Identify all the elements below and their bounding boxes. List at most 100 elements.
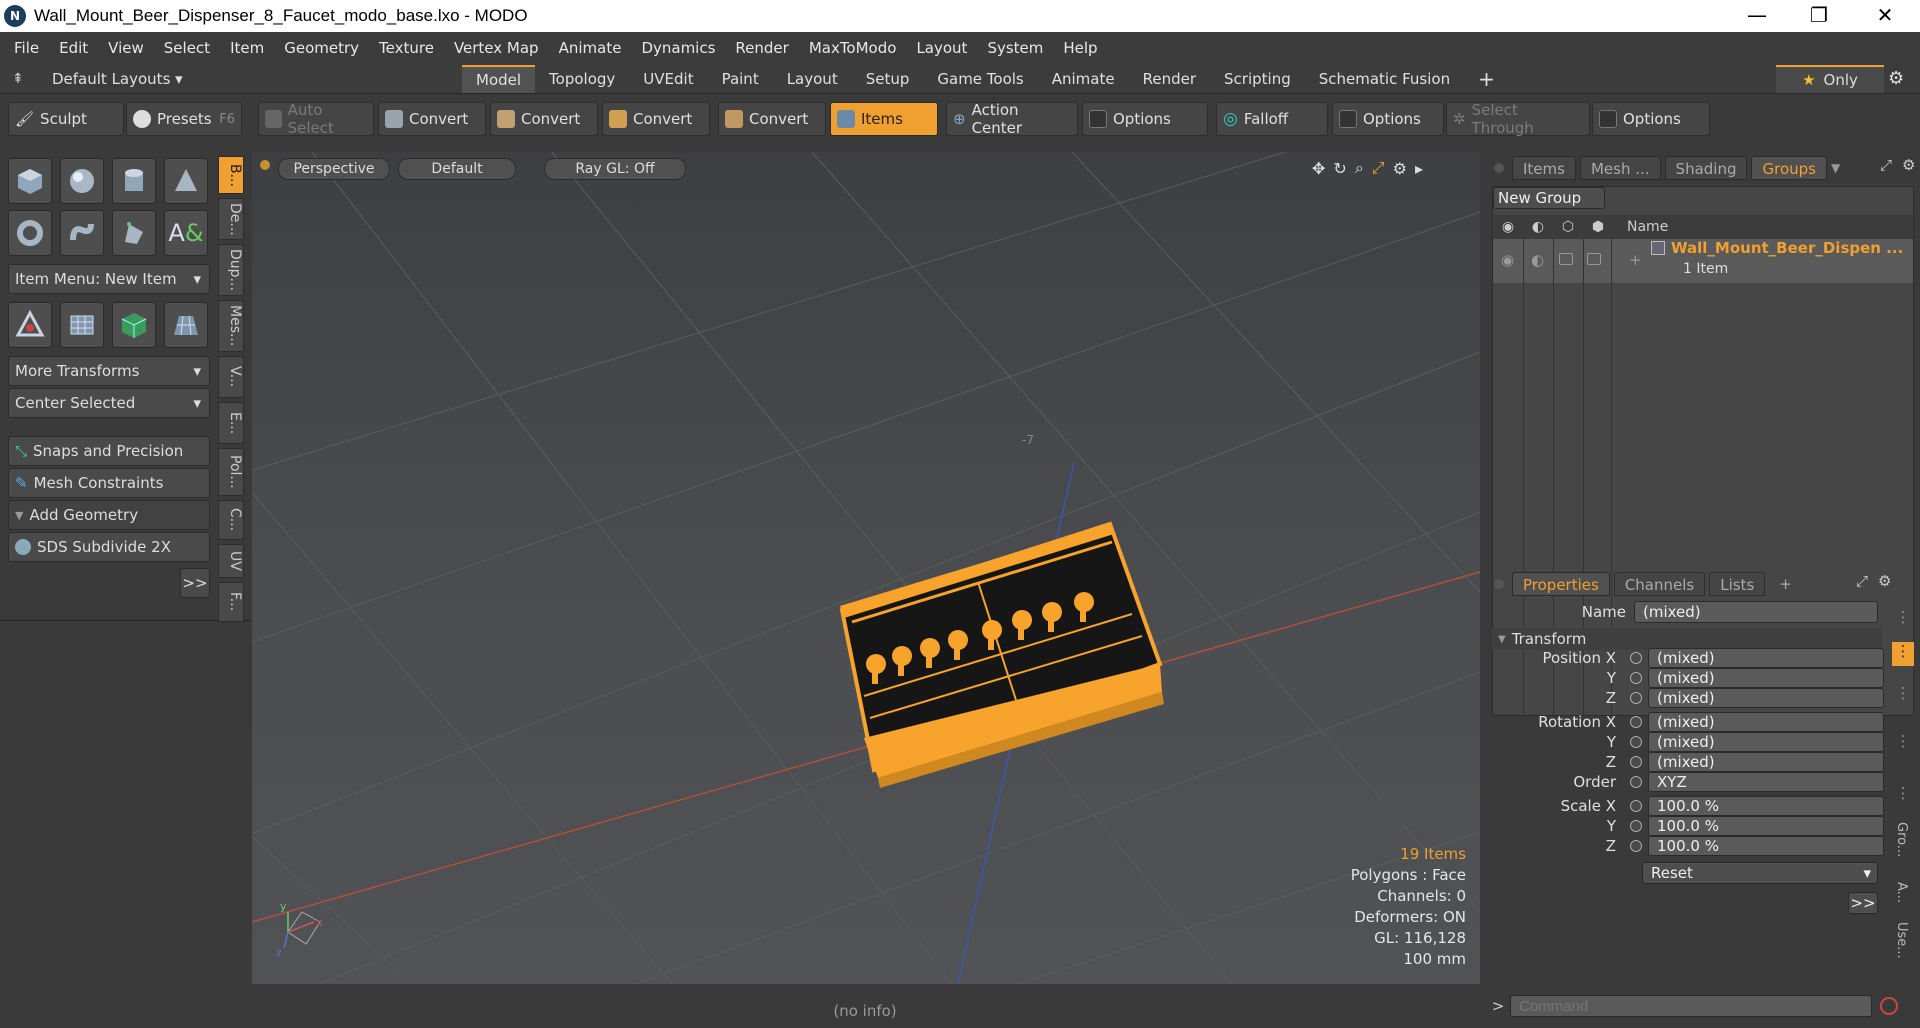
command-input[interactable] [1510, 995, 1872, 1017]
menu-layout[interactable]: Layout [906, 32, 977, 64]
side-dots-icon[interactable]: ⋮ [1892, 732, 1914, 750]
vtab-mesh[interactable]: Mes... [218, 300, 244, 352]
panel-menu-dot-icon[interactable] [1494, 163, 1504, 173]
tab-shading[interactable]: Shading [1664, 156, 1748, 180]
settings-gear-icon[interactable]: ⚙ [1888, 68, 1904, 89]
transform-row-field[interactable]: (mixed) [1648, 688, 1884, 708]
convert-button-4[interactable]: Convert [718, 102, 826, 136]
tab-groups[interactable]: Groups [1751, 156, 1827, 180]
menu-render[interactable]: Render [725, 32, 798, 64]
select-through-button[interactable]: ✲ Select Through [1446, 101, 1590, 137]
vtab-fusion[interactable]: F... [218, 582, 244, 622]
plane-mesh-button[interactable] [164, 302, 208, 348]
shading-style-button[interactable]: Default [398, 158, 516, 180]
vtab-polygon[interactable]: Pol... [218, 448, 244, 496]
sculpt-button[interactable]: 🖌 Sculpt [8, 102, 124, 136]
tab-scripting[interactable]: Scripting [1210, 65, 1305, 93]
tab-setup[interactable]: Setup [852, 65, 924, 93]
record-icon[interactable] [1880, 997, 1898, 1015]
keyframe-dot-icon[interactable] [1630, 652, 1642, 664]
raygl-toggle-button[interactable]: Ray GL: Off [544, 158, 686, 180]
tab-properties[interactable]: Properties [1512, 572, 1610, 596]
vtab-curve[interactable]: C... [218, 500, 244, 540]
tab-paint[interactable]: Paint [708, 65, 773, 93]
expand-button[interactable]: >> [1848, 892, 1878, 914]
keyframe-dot-icon[interactable] [1630, 692, 1642, 704]
tab-channels[interactable]: Channels [1613, 572, 1706, 596]
sphere-primitive-button[interactable] [60, 158, 104, 204]
action-options-button[interactable]: Options [1082, 102, 1208, 136]
visibility-eye-icon[interactable]: ◉ [1493, 219, 1523, 235]
center-selected-dropdown[interactable]: Center Selected ▾ [8, 388, 210, 418]
keyframe-dot-icon[interactable] [1630, 756, 1642, 768]
cylinder-primitive-button[interactable] [112, 158, 156, 204]
items-mode-button[interactable]: Items [830, 102, 938, 136]
expand-button[interactable]: >> [180, 568, 210, 598]
tab-game-tools[interactable]: Game Tools [923, 65, 1037, 93]
convert-button-3[interactable]: Convert [602, 102, 710, 136]
cone-primitive-button[interactable] [164, 158, 208, 204]
tab-mesh[interactable]: Mesh ... [1579, 156, 1661, 180]
item-menu-dropdown[interactable]: Item Menu: New Item ▾ [8, 264, 210, 294]
zoom-icon[interactable]: ⌕ [1355, 158, 1364, 178]
more-transforms-dropdown[interactable]: More Transforms ▾ [8, 356, 210, 386]
name-field[interactable]: (mixed) [1634, 601, 1878, 623]
default-layouts-dropdown[interactable]: Default Layouts ▾ [52, 70, 462, 88]
perspective-view-button[interactable]: Perspective [278, 158, 390, 180]
tab-items[interactable]: Items [1512, 156, 1576, 180]
add-tab-button[interactable]: + [1464, 65, 1509, 93]
transform-row-field[interactable]: XYZ [1648, 772, 1884, 792]
falloff-options-button[interactable]: Options [1332, 102, 1444, 136]
tab-animate[interactable]: Animate [1038, 65, 1129, 93]
menu-vertex-map[interactable]: Vertex Map [444, 32, 549, 64]
tab-layout[interactable]: Layout [773, 65, 852, 93]
menu-edit[interactable]: Edit [49, 32, 98, 64]
transform-row-field[interactable]: (mixed) [1648, 732, 1884, 752]
row-eye-icon[interactable]: ◉ [1501, 251, 1514, 269]
pan-icon[interactable]: ✥ [1312, 159, 1325, 178]
transform-row-field[interactable]: (mixed) [1648, 712, 1884, 732]
transform-row-field[interactable]: 100.0 % [1648, 836, 1884, 856]
cube-primitive-button[interactable] [8, 158, 52, 204]
3d-viewport[interactable]: -7 y x z Perspective Default Ray GL: Off… [252, 152, 1480, 984]
viewport-gear-icon[interactable]: ⚙ [1393, 159, 1407, 178]
render-icon[interactable]: ◐ [1523, 219, 1553, 235]
lock-icon[interactable]: ⬡ [1553, 219, 1583, 235]
rotate-icon[interactable]: ↻ [1333, 159, 1346, 178]
pen-tool-button[interactable] [112, 210, 156, 256]
expand-panel-icon[interactable]: ⤢ [1856, 572, 1868, 590]
new-group-button[interactable]: New Group [1493, 187, 1605, 209]
green-mesh-button[interactable] [112, 302, 156, 348]
fit-icon[interactable]: ⤢ [1372, 158, 1385, 178]
menu-system[interactable]: System [977, 32, 1053, 64]
keyframe-dot-icon[interactable] [1630, 716, 1642, 728]
vtab-edge[interactable]: E... [218, 402, 244, 444]
transform-row-field[interactable]: 100.0 % [1648, 816, 1884, 836]
keyframe-dot-icon[interactable] [1630, 800, 1642, 812]
panel-gear-icon[interactable]: ⚙ [1902, 156, 1915, 174]
select-icon[interactable]: ⬢ [1583, 219, 1613, 235]
keyframe-dot-icon[interactable] [1630, 840, 1642, 852]
menu-geometry[interactable]: Geometry [274, 32, 369, 64]
reset-dropdown[interactable]: Reset ▾ [1642, 862, 1878, 884]
menu-select[interactable]: Select [154, 32, 220, 64]
vtab-vertex[interactable]: V... [218, 356, 244, 398]
arrow-right-icon[interactable]: ▸ [1415, 159, 1423, 178]
keyframe-dot-icon[interactable] [1630, 672, 1642, 684]
row-select-checkbox[interactable] [1587, 253, 1601, 265]
menu-item[interactable]: Item [220, 32, 274, 64]
tab-topology[interactable]: Topology [535, 65, 629, 93]
action-center-button[interactable]: ⊕ Action Center [946, 101, 1078, 137]
snaps-precision-button[interactable]: ⤡ Snaps and Precision [8, 436, 210, 466]
vtab-basic[interactable]: B... [218, 156, 244, 194]
transform-row-field[interactable]: (mixed) [1648, 668, 1884, 688]
convert-button-1[interactable]: Convert [378, 102, 486, 136]
tab-schematic-fusion[interactable]: Schematic Fusion [1305, 65, 1464, 93]
row-render-icon[interactable]: ◐ [1531, 251, 1544, 269]
tab-model[interactable]: Model [462, 64, 536, 93]
side-dots-icon[interactable]: ⋮ [1892, 784, 1914, 802]
chevron-down-icon[interactable]: ▼ [1831, 161, 1840, 175]
expand-plus-icon[interactable]: + [1629, 251, 1642, 269]
menu-maxtomodo[interactable]: MaxToModo [799, 32, 907, 64]
layout-pin-icon[interactable]: ⇞ [12, 71, 32, 87]
